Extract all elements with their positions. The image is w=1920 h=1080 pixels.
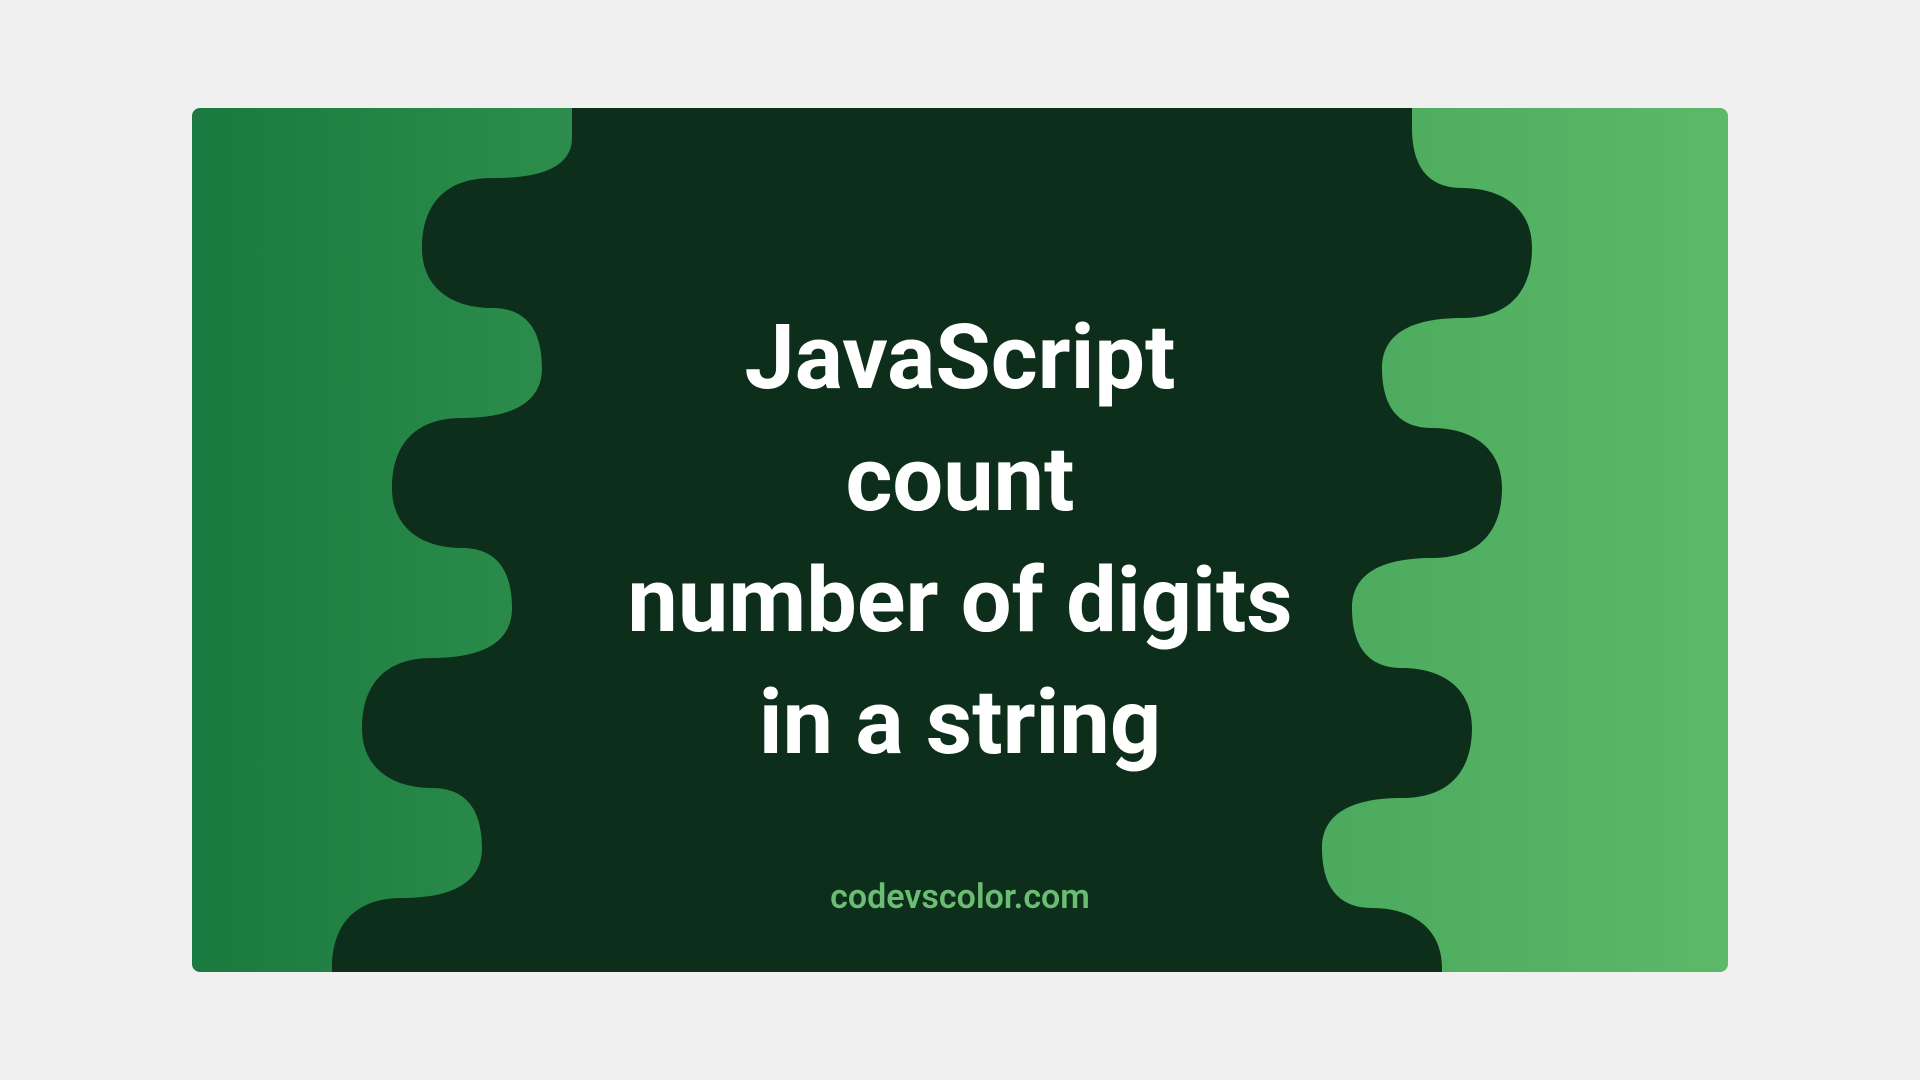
main-title: JavaScript count number of digits in a s…: [627, 297, 1292, 783]
promo-card: JavaScript count number of digits in a s…: [192, 108, 1728, 972]
title-line-3: number of digits: [627, 548, 1292, 653]
title-line-1: JavaScript: [744, 305, 1175, 410]
attribution-text: codevscolor.com: [192, 877, 1728, 917]
content-wrapper: JavaScript count number of digits in a s…: [192, 108, 1728, 972]
title-line-4: in a string: [759, 670, 1162, 775]
title-line-2: count: [846, 427, 1075, 532]
